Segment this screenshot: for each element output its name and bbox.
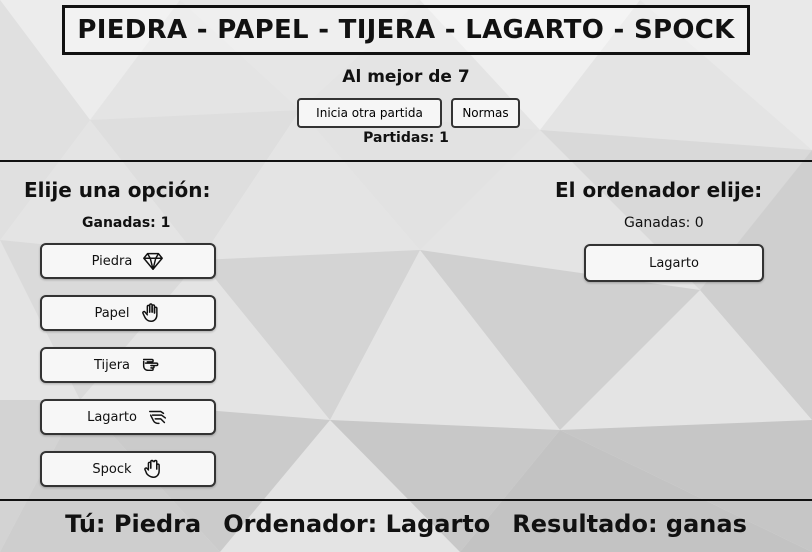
choice-tijera-button[interactable]: Tijera xyxy=(40,347,216,383)
open-hand-icon xyxy=(140,302,162,324)
choice-label: Tijera xyxy=(93,357,131,373)
choice-label: Piedra xyxy=(91,253,133,269)
rules-button[interactable]: Normas xyxy=(451,98,520,128)
game-title-box: PIEDRA - PAPEL - TIJERA - LAGARTO - SPOC… xyxy=(62,5,750,55)
lizard-hand-icon xyxy=(147,406,169,428)
new-game-button[interactable]: Inicia otra partida xyxy=(297,98,442,128)
choice-piedra-button[interactable]: Piedra xyxy=(40,243,216,279)
player-wins: Ganadas: 1 xyxy=(82,215,171,231)
choice-label: Spock xyxy=(92,461,132,477)
diamond-icon xyxy=(142,250,164,272)
game-title: PIEDRA - PAPEL - TIJERA - LAGARTO - SPOC… xyxy=(77,15,735,45)
player-heading: Elije una opción: xyxy=(24,178,211,202)
choice-lagarto-button[interactable]: Lagarto xyxy=(40,399,216,435)
best-of-label: Al mejor de 7 xyxy=(342,67,470,87)
games-count: Partidas: 1 xyxy=(363,130,449,146)
computer-pick-text: Ordenador: Lagarto xyxy=(223,510,491,538)
scissors-hand-icon xyxy=(140,354,162,376)
result-bar: Tú: Piedra Ordenador: Lagarto Resultado:… xyxy=(0,510,812,538)
result-text: Resultado: ganas xyxy=(512,510,747,538)
computer-choice-display: Lagarto xyxy=(584,244,764,282)
computer-wins: Ganadas: 0 xyxy=(624,215,704,231)
vulcan-salute-icon xyxy=(142,458,164,480)
choice-label: Lagarto xyxy=(87,409,137,425)
choice-spock-button[interactable]: Spock xyxy=(40,451,216,487)
choice-label: Papel xyxy=(94,305,130,321)
computer-heading: El ordenador elije: xyxy=(555,178,763,202)
player-pick-text: Tú: Piedra xyxy=(65,510,202,538)
divider-bottom xyxy=(0,499,812,501)
divider-top xyxy=(0,160,812,162)
choice-papel-button[interactable]: Papel xyxy=(40,295,216,331)
